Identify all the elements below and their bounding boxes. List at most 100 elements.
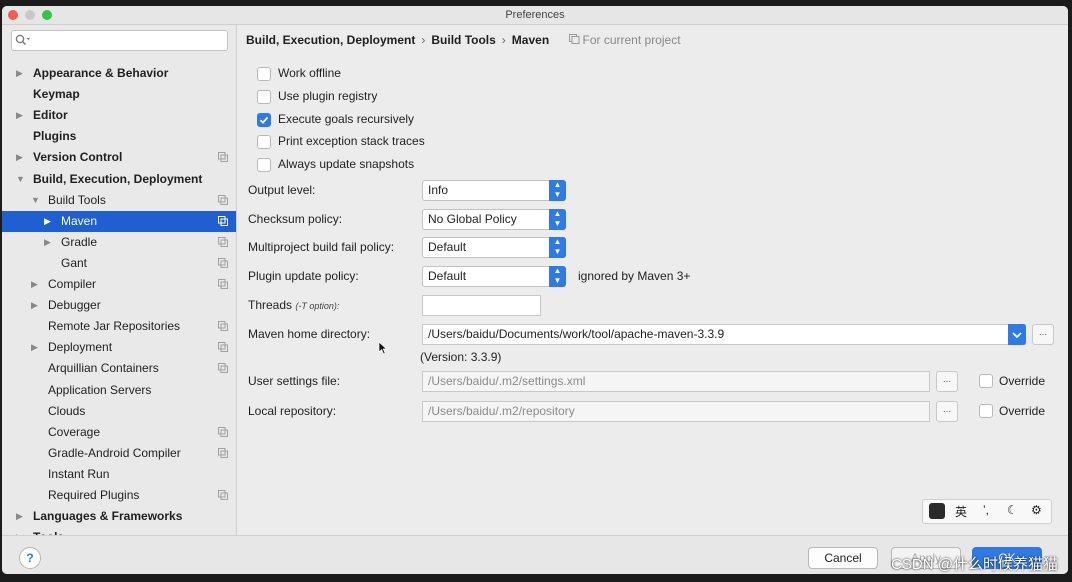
breadcrumb-item[interactable]: Build, Execution, Deployment [246, 33, 415, 47]
maven-home-combo[interactable]: /Users/baidu/Documents/work/tool/apache-… [422, 324, 1026, 345]
sidebar-item-keymap[interactable]: Keymap [2, 84, 236, 105]
output-level-select[interactable]: Info ▲ ▼ [422, 180, 566, 201]
plugin-update-note: ignored by Maven 3+ [578, 269, 691, 283]
sidebar-item-gradle-android-compiler[interactable]: Gradle-Android Compiler [2, 443, 236, 464]
moon-icon[interactable]: ☾ [1007, 503, 1018, 517]
always-update-snapshots-checkbox[interactable] [257, 158, 271, 172]
sidebar-item-gradle[interactable]: ▶ Gradle [2, 232, 236, 253]
collapsed-arrow-icon[interactable]: ▶ [16, 63, 23, 84]
help-button[interactable]: ? [19, 547, 41, 569]
ime-language-toggle[interactable]: 英 [955, 503, 967, 520]
print-stack-traces-label: Print exception stack traces [278, 134, 425, 148]
plugin-update-policy-select[interactable]: Default ▲ ▼ [422, 266, 566, 287]
user-settings-override-label: Override [999, 374, 1046, 388]
sidebar-item-label: Keymap [33, 87, 80, 102]
maven-settings-panel: Build, Execution, Deployment › Build Tools… [237, 25, 1068, 535]
local-repository-browse-button[interactable]: ... [936, 401, 958, 422]
multiproject-fail-policy-label: Multiproject build fail policy: [248, 240, 395, 254]
project-scope-icon [218, 447, 228, 458]
sidebar-item-remote-jar-repositories[interactable]: Remote Jar Repositories [2, 316, 236, 337]
cancel-button[interactable]: Cancel [808, 547, 878, 569]
use-plugin-registry-checkbox[interactable] [257, 90, 271, 104]
project-scope-icon [218, 321, 228, 332]
checksum-policy-select[interactable]: No Global Policy ▲ ▼ [422, 209, 566, 230]
project-scope-icon [218, 236, 228, 247]
sidebar-item-required-plugins[interactable]: Required Plugins [2, 485, 236, 506]
local-repository-override-checkbox[interactable] [979, 404, 993, 418]
collapsed-arrow-icon[interactable]: ▶ [44, 211, 51, 232]
sidebar-item-debugger[interactable]: ▶ Debugger [2, 295, 236, 316]
sidebar-item-deployment[interactable]: ▶ Deployment [2, 337, 236, 358]
sidebar-item-plugins[interactable]: Plugins [2, 126, 236, 147]
sidebar-item-editor[interactable]: ▶ Editor [2, 105, 236, 126]
breadcrumb-item[interactable]: Build Tools [431, 33, 495, 47]
threads-hint: (-T option): [295, 301, 340, 311]
sidebar-item-arquillian-containers[interactable]: Arquillian Containers [2, 358, 236, 379]
sidebar-item-build-tools[interactable]: ▼ Build Tools [2, 190, 236, 211]
collapsed-arrow-icon[interactable]: ▶ [31, 295, 38, 316]
local-repository-override-label: Override [999, 404, 1046, 418]
threads-label-text: Threads [248, 298, 293, 312]
sidebar-item-label: Gradle-Android Compiler [48, 445, 181, 460]
sidebar-item-compiler[interactable]: ▶ Compiler [2, 274, 236, 295]
close-window-button[interactable] [8, 10, 18, 20]
collapsed-arrow-icon[interactable]: ▶ [16, 147, 23, 168]
multiproject-fail-policy-select[interactable]: Default ▲ ▼ [422, 237, 566, 258]
threads-input[interactable] [422, 295, 541, 316]
sidebar-item-appearance-behavior[interactable]: ▶ Appearance & Behavior [2, 63, 236, 84]
print-stack-traces-checkbox[interactable] [257, 135, 271, 149]
collapsed-arrow-icon[interactable]: ▶ [31, 337, 38, 358]
ime-punctuation-toggle[interactable]: ʼ, [983, 503, 989, 517]
search-input[interactable] [11, 30, 228, 51]
local-repository-value: /Users/baidu/.m2/repository [428, 404, 575, 418]
collapsed-arrow-icon[interactable]: ▶ [31, 274, 38, 295]
local-repository-label: Local repository: [248, 404, 337, 418]
collapsed-arrow-icon[interactable]: ▶ [16, 506, 23, 527]
sidebar-item-gant[interactable]: Gant [2, 253, 236, 274]
collapsed-arrow-icon[interactable]: ▶ [44, 232, 51, 253]
breadcrumb: Build, Execution, Deployment › Build Tools… [246, 33, 681, 47]
sidebar-item-version-control[interactable]: ▶ Version Control [2, 147, 236, 168]
sidebar-item-coverage[interactable]: Coverage [2, 422, 236, 443]
checksum-policy-value: No Global Policy [428, 212, 517, 226]
sidebar-item-maven[interactable]: ▶ Maven [2, 210, 236, 232]
maven-home-browse-button[interactable]: ... [1032, 324, 1054, 345]
project-scope-icon [218, 426, 228, 437]
sidebar-item-label: Instant Run [48, 466, 110, 481]
sidebar-item-build-execution-deployment[interactable]: ▼ Build, Execution, Deployment [2, 169, 236, 190]
sidebar-item-instant-run[interactable]: Instant Run [2, 464, 236, 485]
sidebar-item-label: Remote Jar Repositories [48, 319, 181, 334]
expanded-arrow-icon[interactable]: ▼ [31, 190, 40, 211]
sidebar-item-label: Arquillian Containers [48, 361, 159, 376]
user-settings-override-checkbox[interactable] [979, 374, 993, 388]
breadcrumb-separator: › [421, 33, 426, 47]
chevron-down-icon[interactable] [1008, 324, 1026, 345]
collapsed-arrow-icon[interactable]: ▶ [16, 105, 23, 126]
sidebar-item-application-servers[interactable]: Application Servers [2, 380, 236, 401]
sidebar-item-languages-frameworks[interactable]: ▶ Languages & Frameworks [2, 506, 236, 527]
checkmark-icon [259, 116, 269, 124]
plugin-update-policy-label: Plugin update policy: [248, 269, 359, 283]
sidebar-item-clouds[interactable]: Clouds [2, 401, 236, 422]
local-repository-input[interactable]: /Users/baidu/.m2/repository [422, 401, 930, 422]
user-settings-browse-button[interactable]: ... [936, 371, 958, 392]
zoom-window-button[interactable] [42, 10, 52, 20]
work-offline-checkbox[interactable] [257, 67, 271, 81]
title-bar: Preferences [2, 6, 1068, 25]
expanded-arrow-icon[interactable]: ▼ [16, 169, 25, 190]
execute-goals-recursively-checkbox[interactable] [257, 113, 271, 127]
sidebar-item-label: Plugins [33, 129, 77, 144]
user-settings-input[interactable]: /Users/baidu/.m2/settings.xml [422, 371, 930, 392]
multiproject-fail-policy-value: Default [428, 240, 467, 254]
user-settings-label: User settings file: [248, 374, 341, 388]
maven-version-label: (Version: 3.3.9) [420, 350, 502, 364]
project-scope-hint: For current project [568, 33, 681, 47]
sidebar-item-label: Appearance & Behavior [33, 66, 169, 80]
minimize-window-button[interactable] [25, 10, 35, 20]
sidebar-item-label: Gant [61, 255, 88, 270]
sidebar-item-label: Application Servers [48, 382, 152, 397]
ime-logo-icon[interactable] [929, 503, 945, 519]
sidebar-item-label: Version Control [33, 150, 123, 165]
project-scope-icon [218, 152, 228, 163]
gear-icon[interactable]: ⚙ [1031, 503, 1042, 517]
